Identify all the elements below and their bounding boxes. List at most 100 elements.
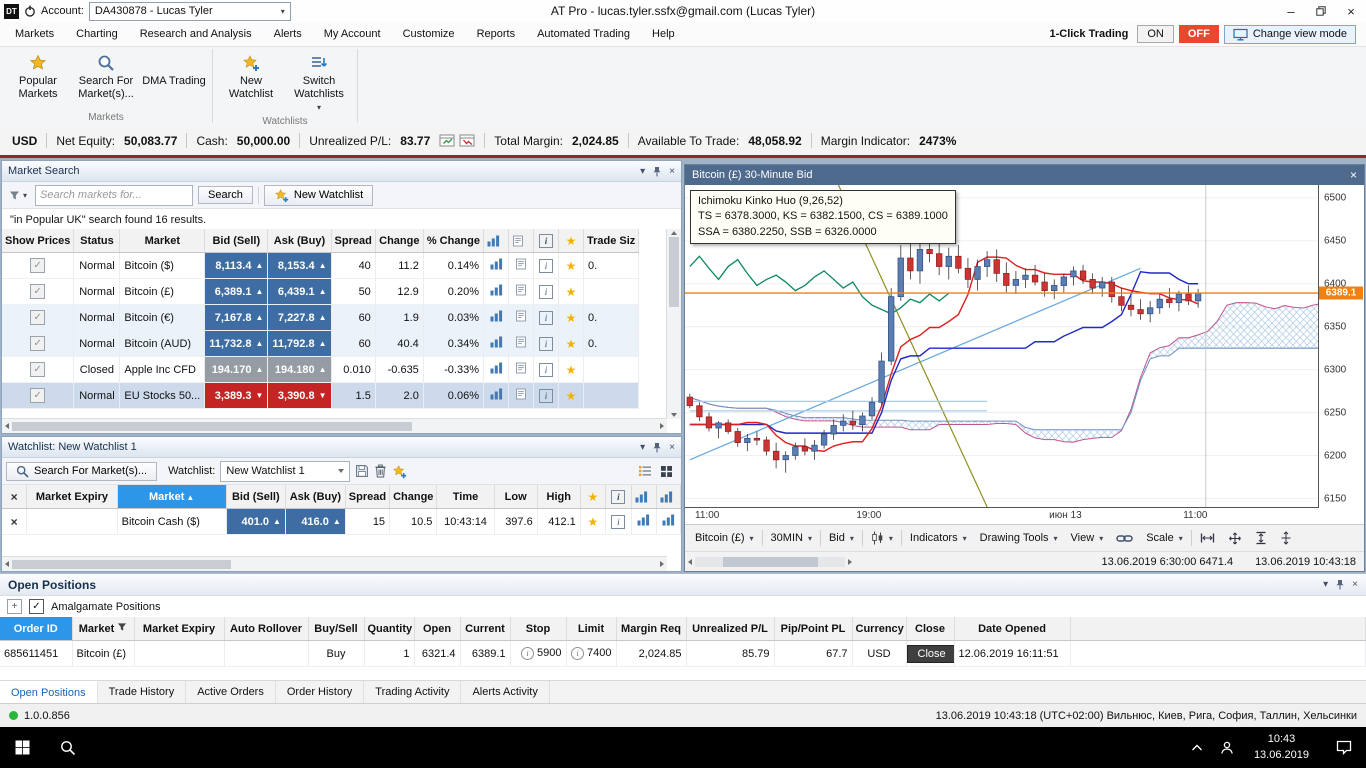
taskbar-clock[interactable]: 10:43 13.06.2019 bbox=[1242, 732, 1321, 763]
ms-col-pct-change[interactable]: % Change bbox=[423, 229, 485, 253]
orders-window-icon[interactable] bbox=[459, 134, 475, 147]
filter-button[interactable]: ▾ bbox=[6, 188, 30, 203]
close-icon[interactable]: × bbox=[1350, 168, 1357, 182]
close-button[interactable]: × bbox=[1336, 0, 1366, 22]
new-watchlist-button[interactable]: New Watchlist bbox=[263, 184, 374, 206]
scale-dropdown[interactable]: Scale ▾ bbox=[1140, 529, 1189, 547]
horizontal-scrollbar[interactable] bbox=[2, 418, 667, 433]
show-prices-checkbox[interactable]: ✓ bbox=[30, 284, 46, 299]
menu-item-my-account[interactable]: My Account bbox=[313, 24, 392, 44]
market-row[interactable]: ✓ Closed Apple Inc CFD 194.170 ▲ 194.180 ▲ 0.01… bbox=[2, 356, 640, 383]
notifications-icon[interactable] bbox=[1321, 727, 1366, 768]
ask-price-button[interactable]: 7,227.8 ▲ bbox=[268, 305, 331, 330]
ms-col-ask-buy[interactable]: Ask (Buy) bbox=[267, 229, 332, 253]
ask-price-button[interactable]: 416.0 ▲ bbox=[285, 509, 345, 534]
op-col-quantity[interactable]: Quantity bbox=[364, 617, 415, 641]
op-col-margin-req[interactable]: Margin Req bbox=[616, 617, 687, 641]
collapse-icon[interactable]: ▾ bbox=[640, 442, 645, 453]
ms-col-status[interactable]: Status bbox=[73, 229, 121, 253]
scale-horizontal-icon[interactable] bbox=[1194, 529, 1221, 547]
ms-col-market[interactable]: Market bbox=[119, 229, 206, 253]
scrollbar-thumb[interactable] bbox=[723, 556, 818, 567]
watchlist-dropdown[interactable]: New Watchlist 1 bbox=[220, 460, 351, 482]
ms-col-change[interactable]: Change bbox=[375, 229, 424, 253]
chart-icon[interactable] bbox=[637, 514, 650, 526]
ms-col-info-icon[interactable]: i bbox=[533, 229, 559, 253]
chart-scrollbar[interactable] bbox=[695, 556, 845, 567]
op-col-close[interactable]: Close bbox=[906, 617, 955, 641]
tab-order-history[interactable]: Order History bbox=[276, 681, 365, 703]
wl-col-time[interactable]: Time bbox=[436, 485, 495, 509]
op-col-market-expiry[interactable]: Market Expiry bbox=[134, 617, 225, 641]
ask-price-button[interactable]: 8,153.4 ▲ bbox=[268, 253, 331, 278]
star-icon[interactable]: ★ bbox=[566, 389, 577, 403]
scroll-down-icon[interactable] bbox=[671, 413, 677, 417]
wl-col-change[interactable]: Change bbox=[389, 485, 438, 509]
tab-trade-history[interactable]: Trade History bbox=[98, 681, 187, 703]
market-row[interactable]: ✓ Normal Bitcoin (£) 6,389.1 ▲ 6,439.1 ▲ 50 12.9… bbox=[2, 278, 640, 305]
bid-price-button[interactable]: 8,113.4 ▲ bbox=[205, 253, 267, 278]
news-icon[interactable] bbox=[515, 258, 527, 270]
ms-col-show-prices[interactable]: Show Prices bbox=[2, 229, 75, 253]
chart-style-dropdown[interactable]: ▾ bbox=[865, 528, 899, 548]
info-icon[interactable]: i bbox=[539, 284, 553, 299]
news-icon[interactable] bbox=[515, 362, 527, 374]
scroll-right-icon[interactable] bbox=[660, 423, 664, 429]
pin-icon[interactable] bbox=[1335, 579, 1345, 590]
star-icon[interactable]: ★ bbox=[588, 515, 599, 529]
new-watchlist-icon[interactable] bbox=[392, 464, 407, 479]
scroll-right-icon[interactable] bbox=[848, 558, 852, 565]
taskbar-search-button[interactable] bbox=[45, 727, 90, 768]
scroll-left-icon[interactable] bbox=[5, 423, 9, 429]
op-col-order-id[interactable]: Order ID bbox=[0, 617, 73, 641]
menu-item-charting[interactable]: Charting bbox=[65, 24, 129, 44]
wl-col-low[interactable]: Low bbox=[494, 485, 538, 509]
pin-icon[interactable] bbox=[652, 442, 662, 453]
timeframe-dropdown[interactable]: 30MIN ▾ bbox=[765, 529, 818, 547]
wl-col-chart-icon-2[interactable] bbox=[656, 485, 681, 509]
ask-price-button[interactable]: 3,390.8 ▼ bbox=[268, 383, 331, 408]
menu-item-automated-trading[interactable]: Automated Trading bbox=[526, 24, 641, 44]
minimize-button[interactable]: – bbox=[1276, 0, 1306, 22]
ask-price-button[interactable]: 11,792.8 ▲ bbox=[268, 331, 331, 356]
price-type-dropdown[interactable]: Bid ▾ bbox=[823, 529, 860, 547]
ask-price-button[interactable]: 6,439.1 ▲ bbox=[268, 279, 331, 304]
close-icon[interactable]: × bbox=[1352, 579, 1358, 590]
one-click-on-button[interactable]: ON bbox=[1137, 25, 1174, 43]
grid-view-icon[interactable] bbox=[660, 465, 673, 478]
collapse-icon[interactable]: ▾ bbox=[640, 166, 645, 177]
star-icon[interactable]: ★ bbox=[566, 285, 577, 299]
op-col-limit[interactable]: Limit bbox=[566, 617, 617, 641]
tab-trading-activity[interactable]: Trading Activity bbox=[364, 681, 462, 703]
position-row[interactable]: 685611451 Bitcoin (£) Buy 1 6321.4 6389.1 i 590… bbox=[0, 640, 1366, 667]
info-icon[interactable]: i bbox=[539, 336, 553, 351]
op-col-currency[interactable]: Currency bbox=[852, 617, 907, 641]
market-row[interactable]: ✓ Normal Bitcoin (€) 7,167.8 ▲ 7,227.8 ▲ 60 1.9 0… bbox=[2, 304, 640, 331]
tray-chevron-icon[interactable] bbox=[1182, 727, 1212, 768]
indicators-dropdown[interactable]: Indicators ▾ bbox=[904, 529, 973, 547]
info-icon[interactable]: i bbox=[539, 362, 553, 377]
bid-price-button[interactable]: 7,167.8 ▲ bbox=[205, 305, 267, 330]
ask-price-button[interactable]: 194.180 ▲ bbox=[268, 357, 331, 382]
chart-icon[interactable] bbox=[490, 336, 503, 348]
wl-col-market-expiry[interactable]: Market Expiry bbox=[26, 485, 118, 509]
scale-vertical-icon[interactable] bbox=[1249, 528, 1273, 548]
time-axis[interactable]: 11:00 19:00 июн 13 11:00 bbox=[685, 508, 1319, 524]
news-icon[interactable] bbox=[515, 310, 527, 322]
filter-icon[interactable] bbox=[117, 622, 127, 632]
menu-item-customize[interactable]: Customize bbox=[392, 24, 466, 44]
horizontal-scrollbar[interactable] bbox=[2, 556, 667, 571]
wl-col-spread[interactable]: Spread bbox=[345, 485, 391, 509]
scale-both-icon[interactable] bbox=[1222, 529, 1248, 548]
market-search-input[interactable] bbox=[35, 184, 194, 206]
menu-item-markets[interactable]: Markets bbox=[4, 24, 65, 44]
chart-plot-area[interactable]: Ichimoku Kinko Huo (9,26,52) TS = 6378.3… bbox=[685, 185, 1319, 508]
ribbon-new-watchlist-button[interactable]: New Watchlist bbox=[217, 49, 285, 114]
news-icon[interactable] bbox=[515, 284, 527, 296]
info-icon[interactable]: i bbox=[611, 514, 626, 529]
tab-alerts-activity[interactable]: Alerts Activity bbox=[461, 681, 550, 703]
tab-open-positions[interactable]: Open Positions bbox=[0, 681, 98, 703]
amalgamate-checkbox[interactable]: ✓ bbox=[29, 599, 44, 614]
star-icon[interactable]: ★ bbox=[566, 337, 577, 351]
collapse-icon[interactable]: ▾ bbox=[1323, 579, 1328, 590]
